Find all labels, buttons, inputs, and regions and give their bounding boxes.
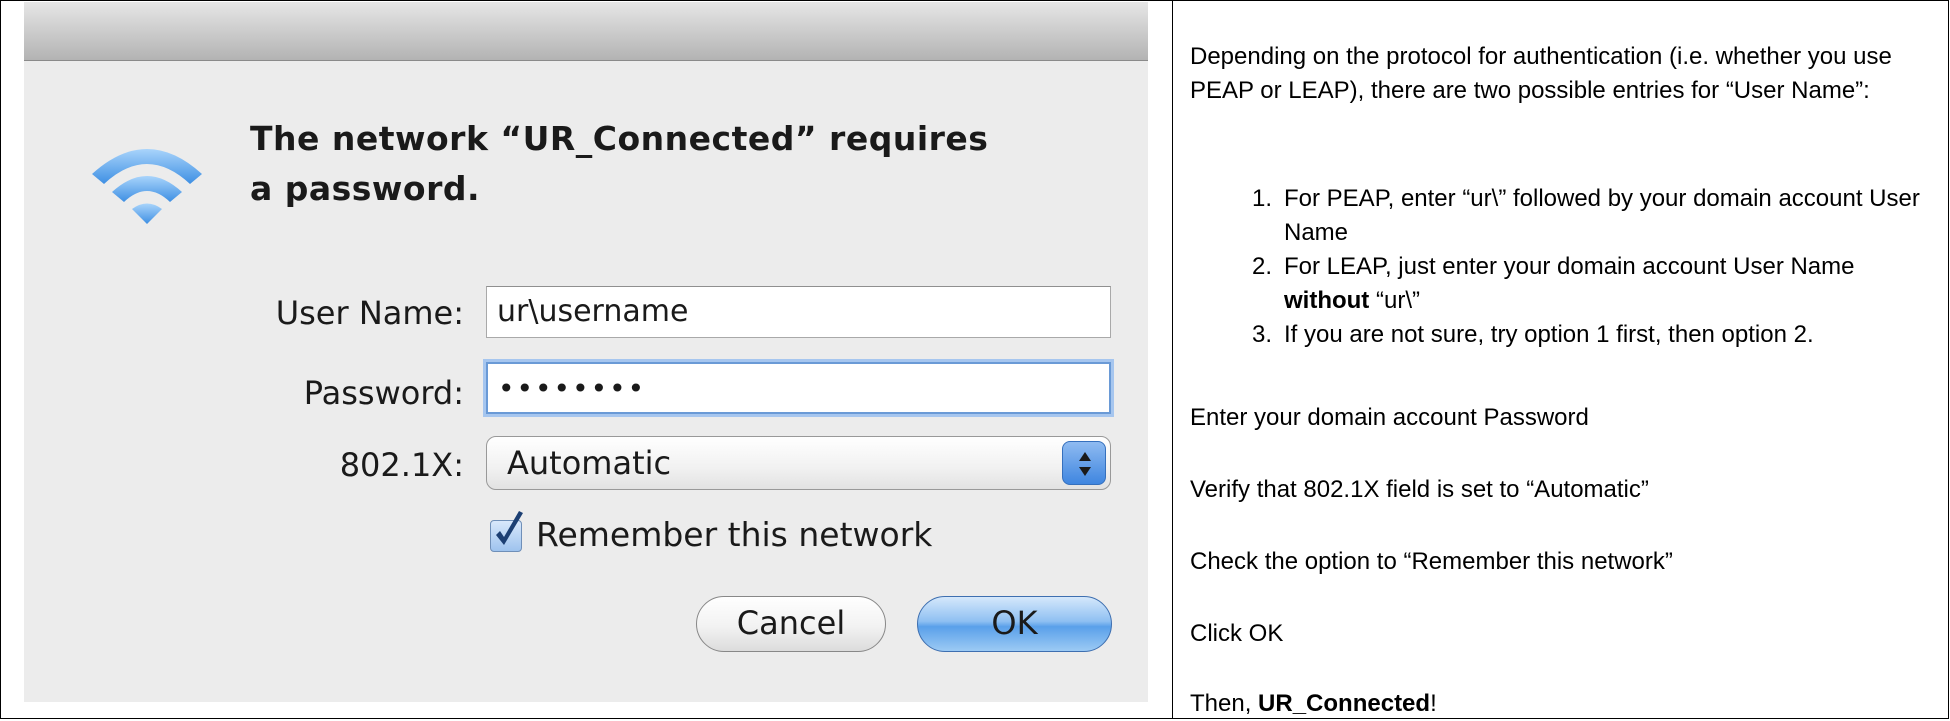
dot1x-select[interactable]: Automatic	[486, 436, 1111, 490]
select-stepper-icon	[1062, 441, 1106, 485]
remember-checkbox[interactable]	[490, 511, 523, 552]
list-item: 2. For LEAP, just enter your domain acco…	[1251, 253, 1855, 314]
checkmark-icon	[496, 511, 523, 545]
dot1x-value: Automatic	[507, 444, 672, 482]
username-label: User Name:	[275, 294, 464, 332]
wifi-password-dialog: The network “UR_Connected” requires a pa…	[24, 2, 1148, 702]
password-field[interactable]: ••••••••	[486, 362, 1111, 414]
password-label: Password:	[303, 374, 464, 412]
final-note: Then, UR_Connected!	[1190, 690, 1437, 717]
instructions-intro: Depending on the protocol for authentica…	[1190, 43, 1892, 104]
click-ok-note: Click OK	[1190, 620, 1284, 647]
dialog-title: The network “UR_Connected” requires a pa…	[250, 119, 989, 208]
remember-label[interactable]: Remember this network	[536, 515, 932, 554]
ok-button[interactable]: OK	[917, 596, 1112, 652]
username-field[interactable]: ur\username	[486, 286, 1111, 338]
dot1x-label: 802.1X:	[339, 446, 464, 484]
wifi-icon	[72, 132, 222, 232]
password-note: Enter your domain account Password	[1190, 404, 1589, 431]
list-item: 3. If you are not sure, try option 1 fir…	[1251, 321, 1814, 348]
list-item: 1. For PEAP, enter “ur\” followed by you…	[1251, 185, 1920, 246]
cancel-button[interactable]: Cancel	[696, 596, 886, 652]
column-divider	[1172, 0, 1173, 719]
remember-note: Check the option to “Remember this netwo…	[1190, 548, 1673, 575]
dialog-titlebar[interactable]	[24, 2, 1148, 61]
dot1x-note: Verify that 802.1X field is set to “Auto…	[1190, 476, 1649, 503]
username-steps-list: 1. For PEAP, enter “ur\” followed by you…	[1232, 182, 1922, 352]
